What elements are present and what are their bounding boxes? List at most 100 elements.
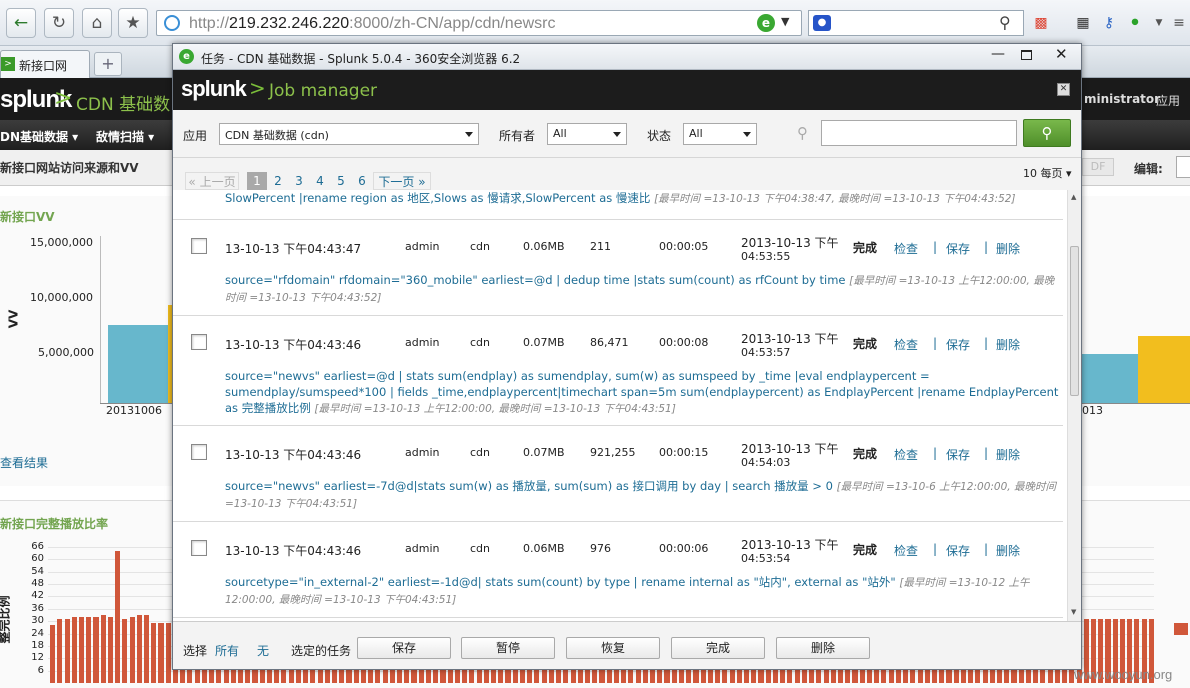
job-app: cdn (470, 446, 491, 459)
address-bar[interactable]: http://219.232.246.220:8000/zh-CN/app/cd… (156, 10, 802, 36)
url-text: http://219.232.246.220:8000/zh-CN/app/cd… (189, 15, 556, 32)
job-checkbox[interactable] (191, 334, 207, 350)
back-arrow-icon[interactable]: ← (6, 8, 36, 38)
status-filter-label: 状态 (647, 129, 672, 143)
save-link[interactable]: 保存 (946, 446, 970, 463)
film-icon[interactable]: ▦ (1074, 14, 1092, 32)
shield-icon[interactable]: ⚫ (1126, 14, 1144, 32)
menu-dropdown-icon[interactable]: ▼ (1150, 14, 1168, 32)
scroll-up-icon[interactable]: ▲ (1071, 193, 1076, 201)
job-row: 13-10-13 下午04:43:46 admin cdn 0.07MB 921,255… (173, 426, 1063, 522)
job-query[interactable]: source="rfdomain" rfdomain="360_mobile" … (225, 272, 1061, 306)
watermark: www.wooyun.org (1074, 667, 1173, 682)
maximize-icon[interactable] (1021, 50, 1032, 60)
save-selected-button[interactable]: 保存 (357, 637, 451, 659)
bg-app-menu[interactable]: 应用 (1156, 92, 1180, 109)
job-size: 0.07MB (523, 336, 565, 349)
ie-compat-icon[interactable]: e (757, 14, 775, 32)
favorite-star-icon[interactable]: ★ (118, 8, 148, 38)
search-engine-icon[interactable]: ● (813, 15, 831, 31)
status-filter-select[interactable]: All (683, 123, 757, 145)
bg-nav-item-scan[interactable]: 敌情扫描 ▾ (96, 128, 154, 145)
select-none-link[interactable]: 无 (257, 642, 269, 659)
page-2-button[interactable]: 2 (269, 172, 287, 190)
resume-selected-button[interactable]: 恢复 (566, 637, 660, 659)
close-icon[interactable]: ✕ (1055, 45, 1068, 63)
endplay-ytick: 66 (31, 541, 44, 552)
job-query[interactable]: source="newvs" earliest=@d | stats sum(e… (225, 368, 1061, 417)
endplay-bar (86, 617, 92, 683)
browser-tab[interactable]: > 新接口网 (0, 50, 90, 78)
bg-edit-select[interactable] (1176, 156, 1190, 178)
job-status: 完成 (853, 543, 878, 557)
page-4-button[interactable]: 4 (311, 172, 329, 190)
app-filter-select[interactable]: CDN 基础数据 (cdn) (219, 123, 479, 145)
vv-bar (1138, 336, 1190, 403)
bg-view-results-link[interactable]: 查看结果 (0, 454, 48, 471)
save-link[interactable]: 保存 (946, 336, 970, 353)
pause-selected-button[interactable]: 暂停 (461, 637, 555, 659)
scroll-down-icon[interactable]: ▼ (1071, 608, 1076, 616)
job-checkbox[interactable] (191, 540, 207, 556)
finalize-selected-button[interactable]: 完成 (671, 637, 765, 659)
job-owner: admin (405, 240, 440, 253)
owner-filter-select[interactable]: All (547, 123, 627, 145)
delete-selected-button[interactable]: 删除 (776, 637, 870, 659)
more-icon[interactable]: ≡ (1170, 14, 1188, 32)
save-link[interactable]: 保存 (946, 240, 970, 257)
search-icon[interactable]: ⚲ (999, 13, 1011, 32)
bg-nav-item-cdn[interactable]: DN基础数据 ▾ (0, 128, 78, 145)
inspect-link[interactable]: 检查 (894, 446, 918, 463)
job-runtime: 00:00:15 (659, 446, 709, 459)
inspect-link[interactable]: 检查 (894, 336, 918, 353)
bg-vv-title: 新接口VV (0, 210, 55, 224)
bg-vv-ytick: 5,000,000 (38, 346, 94, 359)
delete-link[interactable]: 删除 (996, 336, 1020, 353)
modal-titlebar: e 任务 - CDN 基础数据 - Splunk 5.0.4 - 360安全浏览… (173, 44, 1081, 70)
url-dropdown-icon[interactable]: ▼ (781, 15, 789, 28)
browser-search-input[interactable]: ● ⚲ (808, 10, 1024, 36)
job-runtime: 00:00:05 (659, 240, 709, 253)
key-icon[interactable]: ⚷ (1100, 14, 1118, 32)
scroll-thumb[interactable] (1070, 246, 1079, 396)
job-query[interactable]: SlowPercent |rename region as 地区,Slows a… (225, 190, 1061, 207)
job-query[interactable]: sourcetype="in_external-2" earliest=-1d@… (225, 574, 1061, 608)
job-row: 13-10-13 下午04:43:47 admin cdn 0.06MB 211 00:0… (173, 220, 1063, 316)
endplay-ytick: 60 (31, 553, 44, 565)
job-expires-date: 2013-10-13 下午 (741, 236, 839, 250)
job-datetime: 13-10-13 下午04:43:46 (225, 338, 362, 352)
select-all-link[interactable]: 所有 (215, 642, 239, 659)
prev-page-button[interactable]: « 上一页 (185, 172, 239, 190)
job-app: cdn (470, 542, 491, 555)
save-link[interactable]: 保存 (946, 542, 970, 559)
page-5-button[interactable]: 5 (332, 172, 350, 190)
new-tab-button[interactable]: + (94, 52, 122, 76)
page-6-button[interactable]: 6 (353, 172, 371, 190)
tab-favicon-icon: > (1, 57, 15, 71)
delete-link[interactable]: 删除 (996, 446, 1020, 463)
per-page-select[interactable]: 10 每页 ▾ (1023, 165, 1072, 181)
job-checkbox[interactable] (191, 238, 207, 254)
inspect-link[interactable]: 检查 (894, 240, 918, 257)
page-3-button[interactable]: 3 (290, 172, 308, 190)
tab-label: 新接口网 (19, 59, 68, 73)
job-query[interactable]: source="newvs" earliest=-7d@d|stats sum(… (225, 478, 1061, 512)
job-list-scrollbar[interactable]: ▲ ▼ (1067, 190, 1081, 621)
bg-pdf-button[interactable]: DF (1082, 158, 1114, 176)
job-owner: admin (405, 336, 440, 349)
apps-grid-icon[interactable]: ▩ (1032, 14, 1050, 32)
minimize-icon[interactable]: — (991, 46, 1005, 62)
job-checkbox[interactable] (191, 444, 207, 460)
home-icon[interactable]: ⌂ (82, 8, 112, 38)
job-list: SlowPercent |rename region as 地区,Slows a… (173, 190, 1069, 621)
job-search-input[interactable] (821, 120, 1017, 146)
header-close-icon[interactable]: ✕ (1057, 83, 1070, 96)
search-submit-button[interactable]: ⚲ (1023, 119, 1071, 147)
bg-user-name[interactable]: ministrator (1084, 92, 1160, 106)
next-page-button[interactable]: 下一页 » (373, 172, 431, 190)
delete-link[interactable]: 删除 (996, 542, 1020, 559)
refresh-icon[interactable]: ↻ (44, 8, 74, 38)
delete-link[interactable]: 删除 (996, 240, 1020, 257)
inspect-link[interactable]: 检查 (894, 542, 918, 559)
page-1-button[interactable]: 1 (247, 172, 267, 190)
